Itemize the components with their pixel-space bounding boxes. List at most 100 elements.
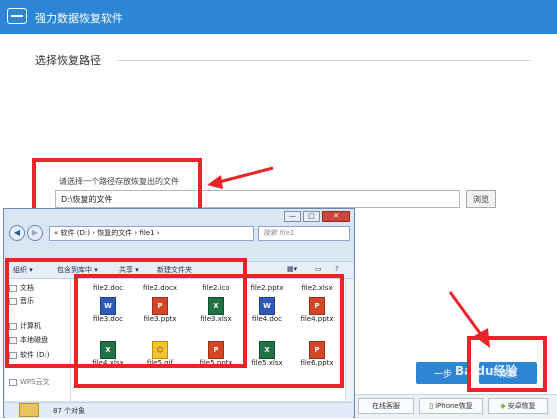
file-name: file2.pptx bbox=[250, 284, 284, 292]
address-bar[interactable]: « 软件 (D:) › 恢复的文件 › file1 › bbox=[49, 226, 254, 241]
music-icon bbox=[9, 297, 17, 305]
excel-icon: X bbox=[100, 341, 116, 359]
include-in-library-button[interactable]: 包含到库中 ▾ bbox=[57, 265, 98, 275]
computer-icon bbox=[9, 322, 17, 330]
android-recover-button[interactable]: ◆ 安卓恢复 bbox=[488, 398, 548, 414]
iphone-recover-label: iPhone恢复 bbox=[435, 402, 473, 410]
file-item[interactable]: Xfile4.xlsx bbox=[83, 341, 133, 367]
file-name: file3.pptx bbox=[143, 315, 177, 323]
file-name: file5.pptx bbox=[199, 359, 233, 367]
file-item[interactable]: file2.doc bbox=[83, 284, 133, 292]
nav-item-wps-cloud[interactable]: WPS云文 bbox=[9, 377, 50, 387]
nav-item-label: WPS云文 bbox=[20, 378, 50, 386]
file-item[interactable]: Xfile5.xlsx bbox=[242, 341, 292, 367]
next-button-label: 一步 bbox=[433, 369, 452, 380]
nav-item-drive-d[interactable]: 软件 (D:) bbox=[9, 350, 49, 360]
arrow-to-recover-icon bbox=[448, 291, 490, 348]
help-icon[interactable]: ? bbox=[335, 265, 339, 273]
search-input[interactable]: 搜索 file1 bbox=[258, 226, 350, 241]
file-item[interactable]: file2.docx bbox=[135, 284, 185, 292]
app-title: 强力数据恢复软件 bbox=[35, 12, 123, 25]
file-item[interactable]: file2.xlsx bbox=[292, 284, 342, 292]
nav-item-label: 软件 (D:) bbox=[20, 351, 50, 359]
file-name: file2.xlsx bbox=[301, 284, 333, 292]
nav-item-music[interactable]: 音乐 bbox=[9, 296, 34, 306]
iphone-recover-button[interactable]: ▯ iPhone恢复 bbox=[419, 398, 483, 414]
file-name: file2.doc bbox=[93, 284, 123, 292]
navigation-pane: 文档 音乐 计算机 本地磁盘 软件 (D:) WPS云文 bbox=[5, 279, 71, 401]
explorer-toolbar: 组织 ▾ 包含到库中 ▾ 共享 ▾ 新建文件夹 ▦▾ ▭ ? bbox=[5, 261, 353, 279]
excel-icon: X bbox=[259, 341, 275, 359]
disk-icon bbox=[9, 351, 17, 359]
word-icon: W bbox=[100, 297, 116, 315]
file-name: file4.pptx bbox=[300, 315, 334, 323]
phone-icon: ▯ bbox=[429, 402, 434, 410]
file-name: file3.xlsx bbox=[200, 315, 232, 323]
file-explorer-window: — □ ✕ ◀ ▶ « 软件 (D:) › 恢复的文件 › file1 › 搜索… bbox=[3, 208, 355, 418]
nav-item-label: 计算机 bbox=[20, 322, 41, 330]
android-recover-label: 安卓恢复 bbox=[507, 402, 536, 410]
file-item[interactable]: Pfile4.pptx bbox=[292, 297, 342, 323]
section-title: 选择恢复路径 bbox=[35, 54, 101, 67]
file-item[interactable]: file2.pptx bbox=[242, 284, 292, 292]
minimize-button[interactable]: — bbox=[284, 211, 301, 222]
new-folder-button[interactable]: 新建文件夹 bbox=[157, 265, 192, 275]
nav-item-label: 音乐 bbox=[20, 297, 34, 305]
file-name: file2.ico bbox=[202, 284, 230, 292]
window-controls: — □ ✕ bbox=[284, 211, 350, 222]
file-name: file4.doc bbox=[252, 315, 282, 323]
online-service-label: 在线客服 bbox=[372, 402, 400, 410]
organize-button[interactable]: 组织 ▾ bbox=[13, 265, 33, 275]
forward-button[interactable]: ▶ bbox=[27, 225, 43, 241]
close-button[interactable]: ✕ bbox=[322, 211, 350, 222]
file-name: file5.gif bbox=[146, 359, 174, 367]
file-name: file5.xlsx bbox=[251, 359, 283, 367]
file-item[interactable]: file2.ico bbox=[191, 284, 241, 292]
file-item[interactable]: ☺ file5.gif bbox=[135, 341, 185, 367]
ppt-icon: P bbox=[152, 297, 168, 315]
back-button[interactable]: ◀ bbox=[9, 225, 25, 241]
gif-icon: ☺ bbox=[152, 341, 168, 359]
file-name: file6.pptx bbox=[300, 359, 334, 367]
arrow-to-path-icon bbox=[207, 166, 274, 189]
watermark: Baidu经验 bbox=[455, 364, 518, 378]
path-input[interactable] bbox=[55, 190, 460, 208]
file-item[interactable]: Wfile4.doc bbox=[242, 297, 292, 323]
browse-button[interactable]: 浏览 bbox=[466, 190, 496, 208]
nav-item-documents[interactable]: 文档 bbox=[9, 283, 34, 293]
nav-item-label: 文档 bbox=[20, 284, 34, 292]
file-item[interactable]: Wfile3.doc bbox=[83, 297, 133, 323]
status-bar: 87 个对象 bbox=[5, 402, 353, 418]
ppt-icon: P bbox=[309, 341, 325, 359]
word-icon: W bbox=[259, 297, 275, 315]
file-item[interactable]: Pfile6.pptx bbox=[292, 341, 342, 367]
android-icon: ◆ bbox=[500, 402, 506, 410]
object-count: 87 个对象 bbox=[53, 407, 86, 415]
folder-icon bbox=[19, 403, 39, 417]
path-prompt: 请选择一个路径存放恢复出的文件 bbox=[59, 177, 179, 186]
preview-pane-icon[interactable]: ▭ bbox=[315, 265, 322, 273]
file-item[interactable]: Pfile3.pptx bbox=[135, 297, 185, 323]
view-options-icon[interactable]: ▦▾ bbox=[287, 265, 297, 273]
cloud-icon bbox=[9, 378, 17, 386]
nav-item-local-disk[interactable]: 本地磁盘 bbox=[9, 335, 48, 345]
section-divider bbox=[116, 60, 531, 61]
file-list-scrollbar[interactable] bbox=[345, 279, 354, 401]
app-logo-icon bbox=[7, 8, 27, 24]
app-title-bar: 强力数据恢复软件 bbox=[0, 0, 557, 34]
file-name: file4.xlsx bbox=[92, 359, 124, 367]
documents-icon bbox=[9, 284, 17, 292]
file-item[interactable]: Xfile3.xlsx bbox=[191, 297, 241, 323]
file-list: file2.doc file2.docx file2.ico file2.ppt… bbox=[71, 279, 354, 401]
online-service-button[interactable]: 在线客服 bbox=[358, 398, 414, 414]
excel-icon: X bbox=[208, 297, 224, 315]
ppt-icon: P bbox=[208, 341, 224, 359]
file-item[interactable]: Pfile5.pptx bbox=[191, 341, 241, 367]
nav-item-label: 本地磁盘 bbox=[20, 336, 48, 344]
ppt-icon: P bbox=[309, 297, 325, 315]
file-name: file3.doc bbox=[93, 315, 123, 323]
file-name: file2.docx bbox=[142, 284, 178, 292]
share-button[interactable]: 共享 ▾ bbox=[119, 265, 139, 275]
maximize-button[interactable]: □ bbox=[303, 211, 320, 222]
nav-item-computer[interactable]: 计算机 bbox=[9, 321, 41, 331]
